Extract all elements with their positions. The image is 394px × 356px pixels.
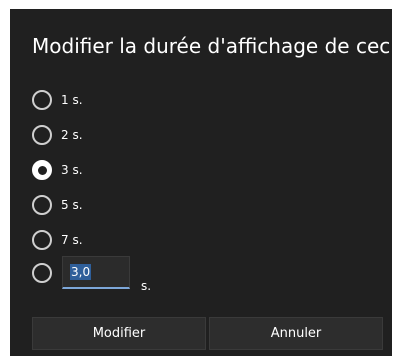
custom-duration-value[interactable]: 3,0	[70, 264, 92, 280]
modifier-button[interactable]: Modifier	[32, 317, 206, 350]
radio-button-1s[interactable]	[32, 90, 52, 110]
custom-duration-input[interactable]: 3,0	[62, 256, 130, 289]
option-2s[interactable]: 2 s.	[32, 124, 83, 146]
radio-button-3s[interactable]	[32, 160, 52, 180]
option-5s[interactable]: 5 s.	[32, 194, 83, 216]
custom-duration-unit: s.	[141, 279, 152, 293]
option-label: 3 s.	[61, 163, 83, 177]
annuler-button[interactable]: Annuler	[209, 317, 383, 350]
option-label: 1 s.	[61, 93, 83, 107]
dialog-title: Modifier la durée d'affichage de ceci	[32, 34, 394, 58]
radio-button-5s[interactable]	[32, 195, 52, 215]
option-label: 5 s.	[61, 198, 83, 212]
radio-dot-icon	[37, 165, 47, 175]
option-7s[interactable]: 7 s.	[32, 229, 83, 251]
option-1s[interactable]: 1 s.	[32, 89, 83, 111]
duration-dialog: Modifier la durée d'affichage de ceci 1 …	[10, 9, 394, 356]
radio-button-2s[interactable]	[32, 125, 52, 145]
option-label: 7 s.	[61, 233, 83, 247]
option-custom[interactable]	[32, 262, 52, 284]
option-3s[interactable]: 3 s.	[32, 159, 83, 181]
radio-button-custom[interactable]	[32, 263, 52, 283]
option-label: 2 s.	[61, 128, 83, 142]
radio-button-7s[interactable]	[32, 230, 52, 250]
